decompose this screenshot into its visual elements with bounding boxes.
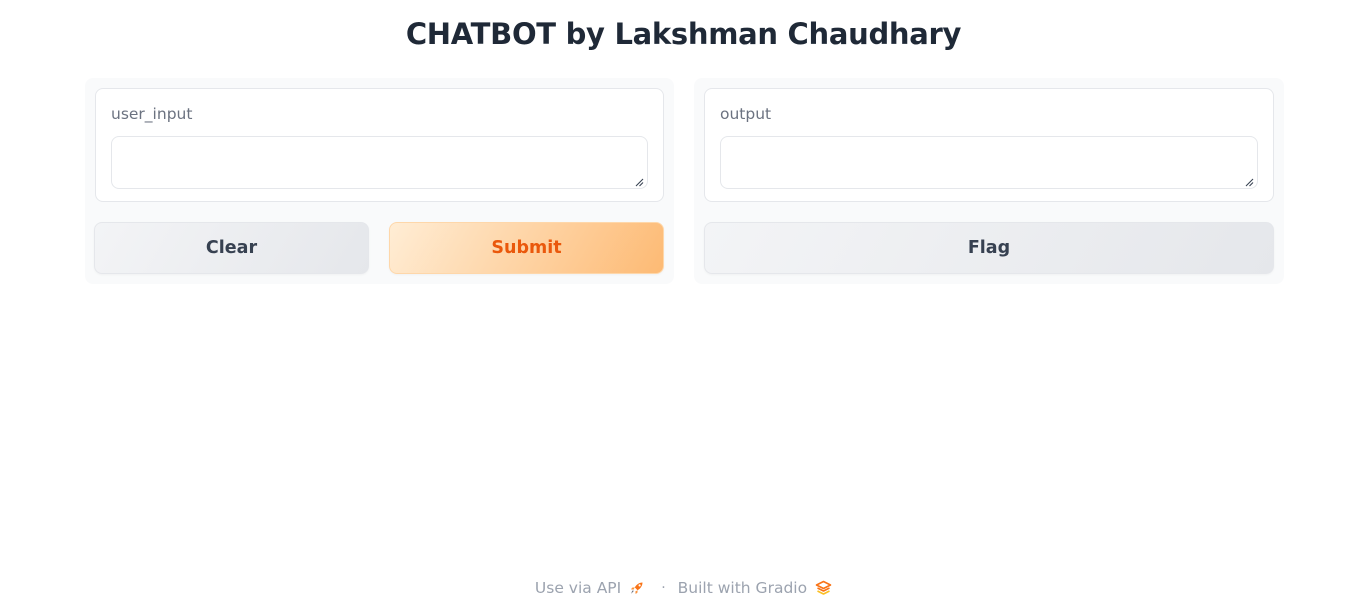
input-panel: user_input Clear Submit [85,78,674,284]
footer-separator: · [661,580,666,596]
page-title: CHATBOT by Lakshman Chaudhary [405,17,962,51]
output-panel: output Flag [694,78,1284,284]
resize-handle-icon[interactable] [1245,178,1254,187]
user-input-textarea[interactable] [111,136,648,189]
built-with-gradio-label: Built with Gradio [677,579,808,597]
app-page: CHATBOT by Lakshman Chaudhary user_input… [0,0,1367,615]
submit-button[interactable]: Submit [389,222,664,274]
built-with-gradio-link[interactable]: Built with Gradio [678,579,832,597]
output-label: output [720,105,772,123]
clear-button[interactable]: Clear [94,222,369,274]
gradio-logo-icon [815,580,832,595]
use-via-api-link[interactable]: Use via API [535,579,645,597]
resize-handle-icon[interactable] [635,178,644,187]
footer: Use via API · Built with Gradio [0,576,1367,600]
user-input-label: user_input [111,105,193,123]
user-input-block: user_input [95,88,664,202]
flag-button[interactable]: Flag [704,222,1274,274]
use-via-api-label: Use via API [534,579,622,597]
rocket-icon [631,582,643,594]
output-textarea[interactable] [720,136,1258,189]
output-block: output [704,88,1274,202]
